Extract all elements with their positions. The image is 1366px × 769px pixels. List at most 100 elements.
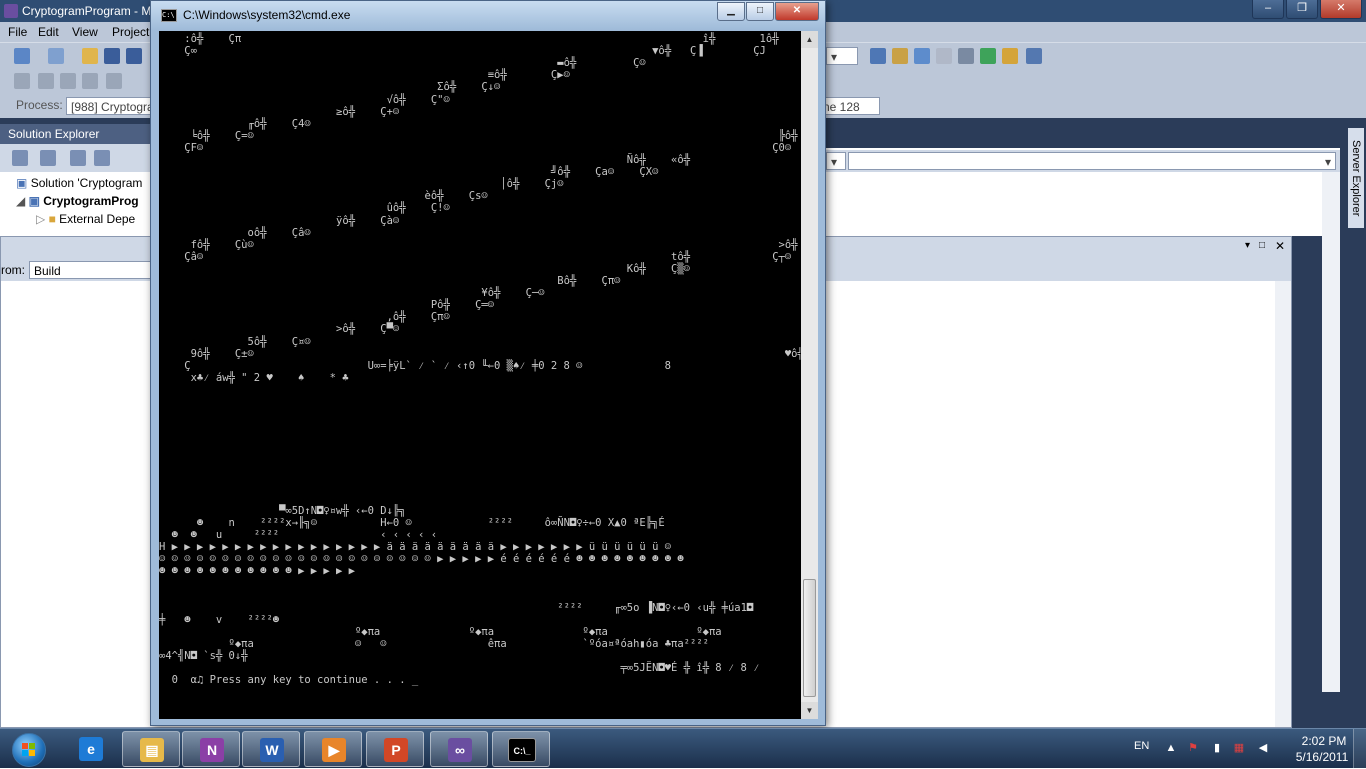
menu-file[interactable]: File xyxy=(8,25,27,39)
console-line: ≡ô╬ Ç▶☺ xyxy=(159,69,570,81)
close-panel-icon[interactable]: ✕ xyxy=(1275,239,1285,253)
console-line: ☺ ☺ ☺ ☺ ☺ ☺ ☺ ☺ ☺ ☺ ☺ ☺ ☺ ☺ ☺ ☺ ☺ ☺ ☺ ☺ … xyxy=(159,553,684,565)
toolbar-icon-3[interactable] xyxy=(60,73,76,89)
save-all-icon[interactable] xyxy=(126,48,142,64)
object-browser-icon[interactable] xyxy=(936,48,952,64)
vs-window-title: CryptogramProgram - M xyxy=(22,0,151,22)
output-vertical-scrollbar[interactable] xyxy=(1275,281,1291,727)
console-line: Bô╬ Çπ☺ xyxy=(159,275,620,287)
console-line: ╓ô╬ Ç4☺ xyxy=(159,118,311,130)
cmd-vertical-scrollbar[interactable]: ▲ ▼ xyxy=(801,31,818,719)
expand-triangle-icon[interactable]: ▷ xyxy=(36,212,45,226)
menu-edit[interactable]: Edit xyxy=(38,25,59,39)
show-hidden-icons-icon[interactable]: ▲ xyxy=(1164,741,1178,755)
console-line: Kô╬ Ç▒☺ xyxy=(159,263,690,275)
member-combo[interactable]: ▾ xyxy=(848,152,1336,170)
console-line: ≥ô╬ Ç+☺ xyxy=(159,106,399,118)
console-line: ☻ n ²²²²x→╟╗☺ H←0 ☺ ²²²² ô∞ÑN◘♀÷←0 X▲0 ª… xyxy=(159,517,665,529)
clock-time[interactable]: 2:02 PM xyxy=(1296,734,1352,748)
console-line: ²²²² ╓∞5o ▐N◘♀‹←0 ‹u╬ ╪úa1◘ xyxy=(159,602,753,614)
add-item-icon[interactable] xyxy=(48,48,64,64)
taskbar-command-prompt-button[interactable]: C:\_ xyxy=(492,731,550,767)
solution-config-combo[interactable]: ▾ xyxy=(826,47,858,65)
save-icon[interactable] xyxy=(104,48,120,64)
console-line: H ▶ ▶ ▶ ▶ ▶ ▶ ▶ ▶ ▶ ▶ ▶ ▶ ▶ ▶ ▶ ▶ ▶ ä ä … xyxy=(159,541,671,553)
scroll-up-arrow-icon[interactable]: ▲ xyxy=(801,31,818,48)
vs-minimize-button[interactable]: ‒ xyxy=(1252,0,1284,19)
tree-item-solution[interactable]: ▣ Solution 'Cryptogram xyxy=(16,174,142,192)
tree-item-project[interactable]: ◢ ▣ CryptogramProg xyxy=(16,192,139,210)
view-class-diagram-icon[interactable] xyxy=(94,150,110,166)
scroll-down-arrow-icon[interactable]: ▼ xyxy=(801,702,818,719)
console-line: ∞4^╣N◘ `s╬ 0↓╬ xyxy=(159,650,248,662)
visual-studio-icon: ∞ xyxy=(448,738,472,762)
start-page-icon[interactable] xyxy=(980,48,996,64)
class-combo[interactable]: ▾ xyxy=(826,152,846,170)
console-line: ÿô╬ Çà☺ xyxy=(159,215,399,227)
network-icon[interactable]: ▦ xyxy=(1232,741,1246,755)
toolbar-icon-5[interactable] xyxy=(106,73,122,89)
console-line: 9ô╬ Ç±☺ ♥ô╬ xyxy=(159,348,801,360)
toolbar-icon-4[interactable] xyxy=(82,73,98,89)
toolbox-icon[interactable] xyxy=(958,48,974,64)
console-line: oô╬ Çâ☺ xyxy=(159,227,311,239)
command-window-icon[interactable] xyxy=(1026,48,1042,64)
taskbar-word-button[interactable]: W xyxy=(242,731,300,767)
find-icon[interactable] xyxy=(870,48,886,64)
extension-icon[interactable] xyxy=(1002,48,1018,64)
battery-icon[interactable]: ▮ xyxy=(1210,741,1224,755)
taskbar-internet-explorer-button[interactable]: e xyxy=(62,731,120,767)
taskbar-windows-explorer-button[interactable]: ▤ xyxy=(122,731,180,767)
clock-date[interactable]: 5/16/2011 xyxy=(1290,750,1354,764)
windows-explorer-icon: ▤ xyxy=(140,738,164,762)
toolbar-icon-1[interactable] xyxy=(14,73,30,89)
project-icon: ▣ xyxy=(29,194,40,208)
open-file-icon[interactable] xyxy=(82,48,98,64)
console-line: ▬ô╬ Ç☺ xyxy=(159,57,646,69)
console-line: ,ô╬ Çπ☺ xyxy=(159,311,450,323)
tree-item-external-dependencies[interactable]: ▷ ■ External Depe xyxy=(36,210,135,228)
editor-navigation-bar: ▾ ▾ xyxy=(826,150,1340,172)
window-position-icon[interactable]: ▾ xyxy=(1245,240,1250,251)
menu-project[interactable]: Project xyxy=(112,25,149,39)
cmd-minimize-button[interactable]: ▁ xyxy=(717,2,745,21)
editor-vertical-scrollbar[interactable] xyxy=(1322,172,1340,692)
menu-view[interactable]: View xyxy=(72,25,98,39)
console-output[interactable]: :ô╬ Çπ î╬ 1ô╬ Ç∞ ▼ô╬ Ç▐ ÇJ xyxy=(159,31,801,719)
cmd-icon[interactable]: C:\ xyxy=(161,9,177,22)
cmd-maximize-button[interactable]: □ xyxy=(746,2,774,21)
command-prompt-icon: C:\_ xyxy=(508,738,536,762)
vs-close-button[interactable]: ✕ xyxy=(1320,0,1362,19)
language-indicator[interactable]: EN xyxy=(1134,740,1149,752)
taskbar-powerpoint-button[interactable]: P xyxy=(366,731,424,767)
console-line: √ô╬ Ç"☺ xyxy=(159,94,450,106)
new-project-icon[interactable] xyxy=(14,48,30,64)
process-combo[interactable]: [988] Cryptogra xyxy=(66,97,156,115)
refresh-icon[interactable] xyxy=(70,150,86,166)
cmd-close-button[interactable]: ✕ xyxy=(775,2,819,21)
collapse-triangle-icon[interactable]: ◢ xyxy=(16,194,25,208)
properties-icon[interactable] xyxy=(914,48,930,64)
show-desktop-button[interactable] xyxy=(1353,729,1366,769)
console-line: │ô╬ Çj☺ xyxy=(159,178,564,190)
taskbar-onenote-button[interactable]: N xyxy=(182,731,240,767)
volume-icon[interactable]: ◀ xyxy=(1256,741,1270,755)
stack-frame-combo[interactable]: ne 128 xyxy=(818,97,880,115)
properties-icon[interactable] xyxy=(12,150,28,166)
taskbar-visual-studio-button[interactable]: ∞ xyxy=(430,731,488,767)
toolbar-icon-2[interactable] xyxy=(38,73,54,89)
server-explorer-tab[interactable]: Server Explorer xyxy=(1348,128,1364,228)
cmd-title-bar[interactable]: C:\ C:\Windows\system32\cmd.exe ▁ □ ✕ xyxy=(151,1,825,30)
scroll-thumb[interactable] xyxy=(803,579,816,697)
maximize-panel-icon[interactable]: □ xyxy=(1259,240,1265,251)
action-center-icon[interactable]: ⚑ xyxy=(1186,741,1200,755)
console-line: ╝ô╬ Ça☺ ÇX☺ xyxy=(159,166,658,178)
show-all-files-icon[interactable] xyxy=(40,150,56,166)
start-button[interactable] xyxy=(4,731,52,767)
console-line: ☻ ☻ u ²²²² ‹ ‹ ‹ ‹ ‹ xyxy=(159,529,437,541)
output-source-combo[interactable]: Build xyxy=(29,261,153,279)
taskbar-media-player-button[interactable]: ▶ xyxy=(304,731,362,767)
console-line: 5ô╬ Ç¤☺ xyxy=(159,336,311,348)
solution-explorer-icon[interactable] xyxy=(892,48,908,64)
vs-maximize-button[interactable]: ❐ xyxy=(1286,0,1318,19)
